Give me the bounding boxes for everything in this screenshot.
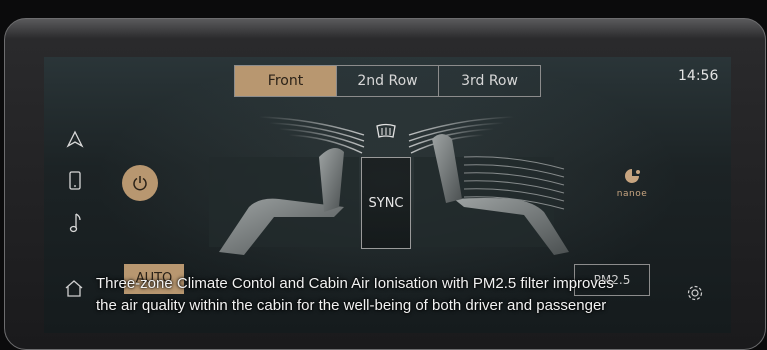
power-icon xyxy=(133,176,147,191)
tab-front[interactable]: Front xyxy=(235,66,336,96)
nanoe-button[interactable]: nanoe xyxy=(610,167,654,199)
sync-button[interactable]: SYNC xyxy=(361,157,411,249)
power-button[interactable] xyxy=(122,165,158,201)
tab-2nd-row[interactable]: 2nd Row xyxy=(336,66,438,96)
caption-text: Three-zone Climate Contol and Cabin Air … xyxy=(96,273,764,317)
nanoe-label: nanoe xyxy=(616,189,648,199)
caption-line-2: the air quality within the cabin for the… xyxy=(96,297,607,314)
music-note-icon[interactable] xyxy=(60,211,90,235)
nanoe-icon xyxy=(625,169,640,183)
navigation-icon[interactable] xyxy=(60,127,90,151)
clock: 14:56 xyxy=(678,68,719,84)
home-icon[interactable] xyxy=(64,279,84,301)
caption-line-1: Three-zone Climate Contol and Cabin Air … xyxy=(96,275,614,292)
rear-defrost-icon[interactable] xyxy=(374,123,398,141)
row-tabs: Front 2nd Row 3rd Row xyxy=(234,65,541,97)
phone-icon[interactable] xyxy=(60,169,90,193)
tab-3rd-row[interactable]: 3rd Row xyxy=(438,66,540,96)
